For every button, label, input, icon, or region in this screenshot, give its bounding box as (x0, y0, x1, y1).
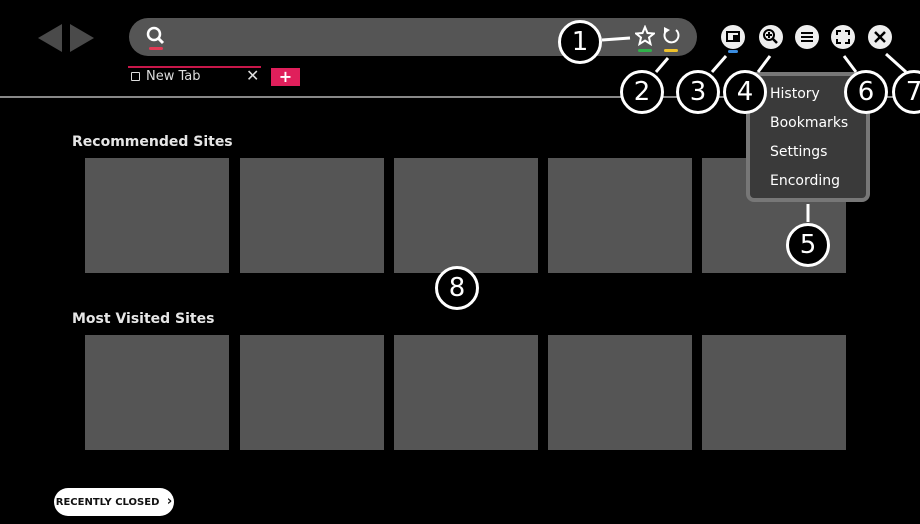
chevron-right-icon: › (166, 494, 173, 509)
fullscreen-icon[interactable] (830, 24, 856, 50)
screen-icon[interactable] (720, 24, 746, 54)
recommended-site-tile[interactable] (548, 158, 692, 273)
tab-new-tab[interactable]: New Tab (146, 69, 201, 84)
most-visited-site-tile[interactable] (240, 335, 384, 450)
menu-item-settings[interactable]: Settings (770, 144, 827, 160)
star-icon[interactable] (635, 25, 655, 53)
callout-5: 5 (786, 223, 830, 267)
menu-icon[interactable] (794, 24, 820, 50)
most-visited-site-tile[interactable] (548, 335, 692, 450)
menu-item-bookmarks[interactable]: Bookmarks (770, 115, 848, 131)
callout-3: 3 (676, 70, 720, 114)
recently-closed-button[interactable]: RECENTLY CLOSED › (54, 488, 174, 516)
tab-close-button[interactable]: ✕ (246, 66, 259, 85)
recently-closed-label: RECENTLY CLOSED (55, 497, 160, 508)
most-visited-sites-title: Most Visited Sites (72, 311, 215, 327)
add-tab-button[interactable]: + (271, 68, 300, 86)
recommended-site-tile[interactable] (394, 158, 538, 273)
tab-icon (131, 72, 140, 81)
most-visited-site-tile[interactable] (394, 335, 538, 450)
most-visited-site-tile[interactable] (85, 335, 229, 450)
callout-8: 8 (435, 266, 479, 310)
recommended-sites-title: Recommended Sites (72, 134, 233, 150)
recommended-site-tile[interactable] (240, 158, 384, 273)
close-icon[interactable] (867, 24, 893, 50)
callout-6: 6 (844, 70, 888, 114)
menu-item-history[interactable]: History (770, 86, 820, 102)
callout-7: 7 (892, 70, 920, 114)
callout-1: 1 (558, 20, 602, 64)
zoom-in-icon[interactable] (758, 24, 784, 50)
recommended-site-tile[interactable] (85, 158, 229, 273)
back-icon[interactable] (38, 24, 62, 52)
menu-item-encoding[interactable]: Encording (770, 173, 840, 189)
most-visited-site-tile[interactable] (702, 335, 846, 450)
callout-4: 4 (723, 70, 767, 114)
callout-2: 2 (620, 70, 664, 114)
address-bar[interactable] (129, 18, 697, 56)
forward-icon[interactable] (70, 24, 94, 52)
reload-icon[interactable] (661, 25, 681, 53)
tab-indicator (128, 66, 261, 68)
search-icon[interactable] (145, 25, 167, 51)
